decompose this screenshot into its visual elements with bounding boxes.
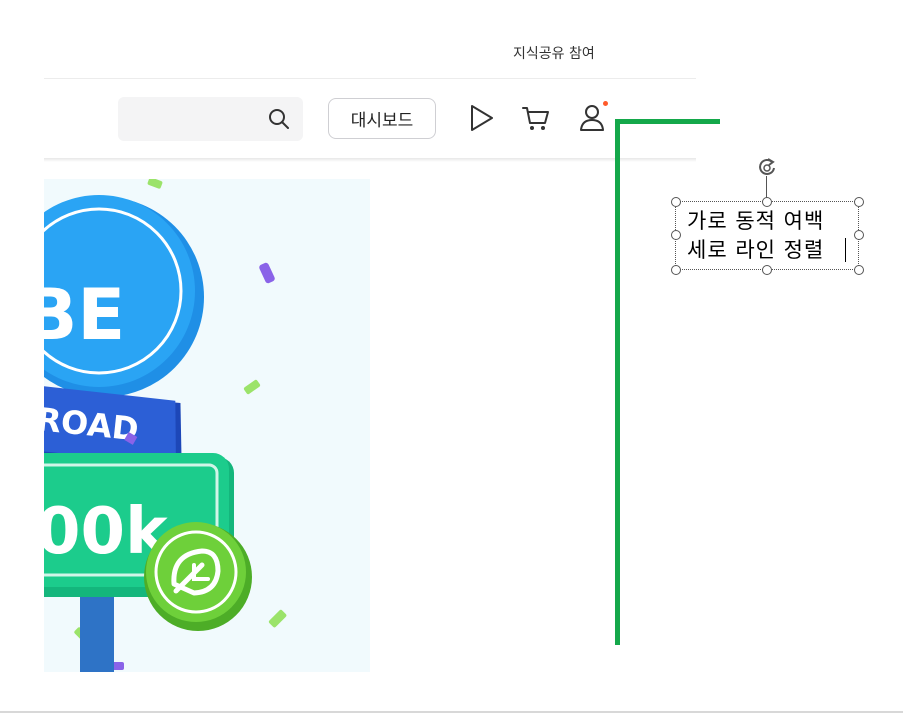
notification-dot	[603, 101, 608, 106]
search-icon[interactable]	[267, 107, 291, 131]
text-box-content[interactable]: 가로 동적 여백 세로 라인 정렬	[687, 207, 824, 265]
text-caret	[845, 238, 846, 262]
horizontal-guide-line[interactable]	[615, 119, 720, 124]
resize-handle-left[interactable]	[671, 230, 681, 240]
resize-handle-bottom-left[interactable]	[671, 265, 681, 275]
play-icon[interactable]	[467, 103, 497, 133]
user-icon[interactable]	[577, 103, 607, 133]
cart-icon[interactable]	[521, 103, 551, 133]
header-divider	[44, 78, 696, 79]
vertical-guide-line[interactable]	[615, 119, 620, 645]
search-input[interactable]	[118, 97, 303, 141]
promo-banner[interactable]: BE ROAD 00k	[44, 179, 370, 672]
text-line-1[interactable]: 가로 동적 여백	[687, 207, 824, 236]
top-link[interactable]: 지식공유 참여	[513, 43, 595, 63]
selected-text-box[interactable]: 가로 동적 여백 세로 라인 정렬	[675, 201, 859, 270]
resize-handle-top-right[interactable]	[854, 197, 864, 207]
text-line-2[interactable]: 세로 라인 정렬	[687, 236, 824, 265]
resize-handle-bottom[interactable]	[762, 265, 772, 275]
resize-handle-top-left[interactable]	[671, 197, 681, 207]
resize-handle-bottom-right[interactable]	[854, 265, 864, 275]
header-shadow	[44, 158, 696, 162]
banner-text-be: BE	[44, 274, 125, 356]
rotate-handle-icon[interactable]	[756, 156, 778, 178]
dashboard-button[interactable]: 대시보드	[328, 98, 436, 139]
resize-handle-top[interactable]	[762, 197, 772, 207]
banner-illustration: BE ROAD 00k	[44, 179, 287, 672]
resize-handle-right[interactable]	[854, 230, 864, 240]
